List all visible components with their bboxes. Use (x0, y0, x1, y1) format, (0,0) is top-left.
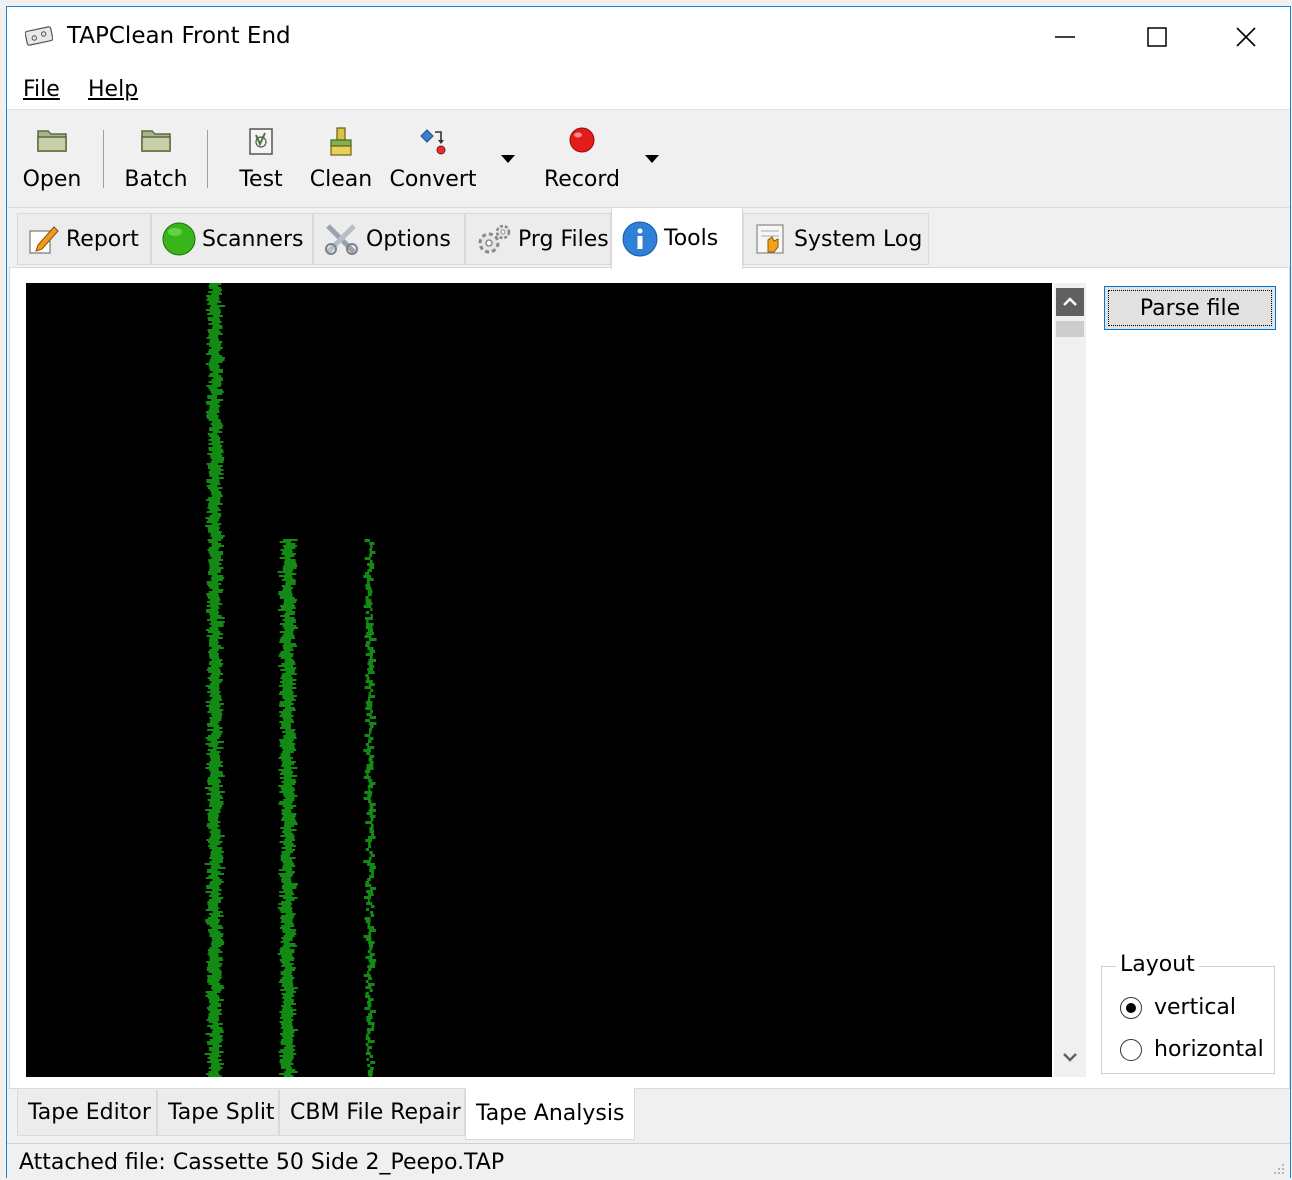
open-label: Open (22, 167, 82, 192)
chevron-down-icon (1063, 1053, 1077, 1062)
folder-icon (141, 130, 171, 152)
toolbar-separator (103, 130, 104, 188)
main-window: TAPClean Front End File Help Open Batch … (6, 6, 1291, 1180)
chevron-up-icon (1063, 297, 1077, 306)
menu-help-label: Help (88, 77, 139, 102)
scroll-up-button[interactable] (1056, 288, 1084, 316)
menu-bar: File Help (7, 67, 1290, 110)
toolbar-separator (207, 130, 208, 188)
tab-tape-editor-label: Tape Editor (28, 1100, 151, 1125)
layout-horizontal-option[interactable]: horizontal (1120, 1037, 1264, 1062)
tab-tape-analysis-label: Tape Analysis (476, 1101, 625, 1126)
record-label: Record (543, 167, 620, 192)
info-icon (622, 221, 658, 256)
tape-analysis-view[interactable] (26, 283, 1052, 1079)
parse-file-button[interactable]: Parse file (1104, 286, 1276, 330)
status-bar: Attached file: Cassette 50 Side 2_Peepo.… (7, 1143, 1290, 1180)
tab-tools-label: Tools (664, 226, 719, 251)
minimize-button[interactable] (1019, 7, 1111, 67)
parse-file-label: Parse file (1139, 295, 1241, 321)
tab-system-log[interactable]: System Log (743, 213, 929, 265)
tab-scanners[interactable]: Scanners (151, 213, 313, 265)
scroll-thumb[interactable] (1056, 321, 1084, 337)
record-icon (569, 127, 595, 153)
cassette-app-icon (25, 26, 53, 46)
radio-vertical[interactable] (1120, 996, 1142, 1019)
minimize-icon (1055, 36, 1075, 38)
radio-horizontal[interactable] (1120, 1038, 1142, 1061)
tab-tape-analysis[interactable]: Tape Analysis (465, 1088, 635, 1140)
menu-help[interactable]: Help (88, 77, 138, 102)
convert-dropdown-arrow[interactable] (501, 155, 515, 163)
tab-tape-editor[interactable]: Tape Editor (17, 1090, 157, 1136)
tab-report-label: Report (66, 226, 139, 252)
pencil-icon (29, 226, 59, 254)
record-dropdown-arrow[interactable] (645, 155, 659, 163)
tab-tools[interactable]: Tools (611, 207, 743, 269)
toolbar: Open Batch Test Clean Convert Record (7, 110, 1290, 208)
title-bar: TAPClean Front End (7, 7, 1290, 67)
pulse-column (363, 539, 377, 1079)
batch-label: Batch (124, 167, 188, 192)
green-circle-icon (162, 222, 196, 256)
bottom-tab-strip: Tape Editor Tape Split CBM File Repair T… (7, 1088, 1290, 1140)
pulse-column (277, 539, 299, 1077)
window-title: TAPClean Front End (67, 23, 291, 49)
close-button[interactable] (1200, 7, 1292, 67)
tools-icon (325, 224, 358, 255)
maximize-icon (1147, 27, 1167, 47)
resize-grip-icon[interactable] (1272, 1162, 1286, 1176)
tab-prg-files-label: Prg Files (518, 226, 609, 252)
gear-icon (478, 224, 511, 254)
tab-cbm-file-repair[interactable]: CBM File Repair (279, 1090, 465, 1136)
tab-tape-split-label: Tape Split (168, 1100, 275, 1125)
open-button[interactable]: Open (17, 110, 87, 207)
menu-file-label: File (23, 77, 60, 102)
tab-prg-files[interactable]: Prg Files (465, 213, 611, 265)
layout-vertical-option[interactable]: vertical (1120, 995, 1236, 1020)
broom-icon (330, 127, 352, 156)
layout-legend: Layout (1116, 952, 1199, 977)
record-button[interactable]: Record (539, 110, 625, 207)
tools-panel: Parse file Layout vertical horizontal (9, 267, 1290, 1089)
main-tab-strip: Report Scanners Options Prg Files Tools … (7, 207, 1290, 269)
close-icon (1236, 27, 1256, 47)
pulse-trace-plot (204, 283, 377, 1079)
convert-button[interactable]: Convert (387, 110, 479, 207)
radio-vertical-label: vertical (1154, 995, 1237, 1020)
convert-label: Convert (389, 167, 477, 192)
log-icon (756, 224, 784, 254)
scroll-down-button[interactable] (1056, 1043, 1084, 1071)
tab-system-log-label: System Log (794, 226, 923, 252)
menu-file[interactable]: File (23, 77, 60, 102)
convert-icon (420, 129, 446, 155)
clean-button[interactable]: Clean (307, 110, 375, 207)
vertical-scrollbar[interactable] (1054, 283, 1086, 1077)
tab-options[interactable]: Options (313, 213, 465, 265)
test-button[interactable]: Test (227, 110, 295, 207)
tab-cbm-file-repair-label: CBM File Repair (290, 1100, 461, 1125)
tab-report[interactable]: Report (17, 213, 151, 265)
pulse-column (204, 283, 226, 1077)
test-icon (249, 128, 273, 155)
tab-tape-split[interactable]: Tape Split (157, 1090, 279, 1136)
tab-options-label: Options (366, 226, 451, 252)
attached-file-status: Attached file: Cassette 50 Side 2_Peepo.… (19, 1150, 505, 1175)
maximize-button[interactable] (1111, 7, 1203, 67)
folder-icon (37, 130, 67, 152)
batch-button[interactable]: Batch (120, 110, 192, 207)
tab-scanners-label: Scanners (202, 226, 304, 252)
test-label: Test (239, 167, 283, 192)
clean-label: Clean (309, 167, 373, 192)
radio-horizontal-label: horizontal (1154, 1037, 1264, 1062)
